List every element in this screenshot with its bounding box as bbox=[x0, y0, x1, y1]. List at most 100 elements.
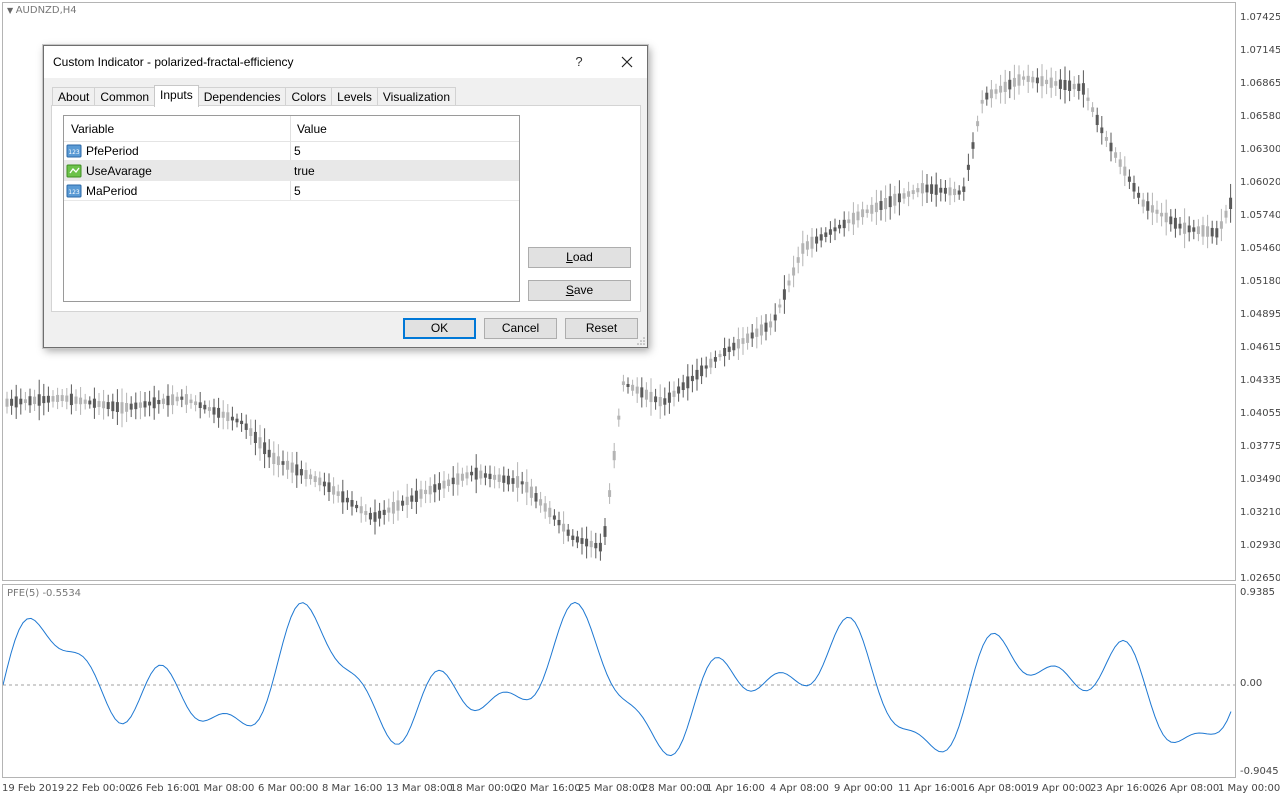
candle-body bbox=[1169, 216, 1173, 225]
candle-body bbox=[732, 342, 736, 351]
tab-common[interactable]: Common bbox=[94, 87, 156, 107]
candle-body bbox=[552, 515, 556, 520]
cancel-button[interactable]: Cancel bbox=[484, 318, 557, 339]
candle-body bbox=[318, 477, 322, 486]
indicator-label: PFE(5) -0.5534 bbox=[7, 588, 82, 599]
candle-body bbox=[1081, 83, 1085, 95]
candle-body bbox=[746, 333, 750, 343]
candle-body bbox=[700, 365, 704, 377]
dropdown-arrow-icon[interactable]: ▼ bbox=[7, 6, 16, 15]
candle-body bbox=[451, 477, 455, 485]
candle-body bbox=[1229, 197, 1233, 209]
tab-about[interactable]: About bbox=[52, 87, 96, 107]
candle-body bbox=[805, 241, 809, 250]
candle-body bbox=[759, 324, 763, 336]
candle-body bbox=[336, 491, 340, 496]
candle-body bbox=[750, 332, 754, 339]
candle-body bbox=[309, 474, 313, 480]
time-tick-label: 1 Mar 08:00 bbox=[194, 783, 255, 794]
candle-body bbox=[1201, 225, 1205, 237]
time-tick-label: 20 Mar 16:00 bbox=[514, 783, 581, 794]
tab-visualization[interactable]: Visualization bbox=[376, 87, 457, 107]
resize-grip-icon[interactable] bbox=[637, 337, 645, 345]
help-button[interactable]: ? bbox=[564, 50, 594, 74]
save-button[interactable]: Save bbox=[528, 280, 631, 301]
candle-body bbox=[626, 383, 630, 388]
input-row-maperiod[interactable]: 123 MaPeriod 5 bbox=[64, 181, 519, 201]
input-row-pfeperiod[interactable]: 123 PfePeriod 5 bbox=[64, 141, 519, 161]
candle-body bbox=[456, 473, 460, 485]
input-value[interactable]: true bbox=[294, 164, 315, 178]
candle-body bbox=[957, 190, 961, 195]
candle-body bbox=[1118, 159, 1122, 167]
candle-body bbox=[667, 392, 671, 403]
candle-body bbox=[953, 188, 957, 196]
candle-body bbox=[856, 211, 860, 221]
tab-colors[interactable]: Colors bbox=[285, 87, 333, 107]
candle-body bbox=[920, 183, 924, 194]
tab-dependencies[interactable]: Dependencies bbox=[197, 87, 287, 107]
candle-body bbox=[534, 493, 538, 502]
candle-body bbox=[861, 209, 865, 218]
candle-body bbox=[934, 184, 938, 195]
ok-button[interactable]: OK bbox=[403, 318, 476, 339]
candle-body bbox=[635, 386, 639, 394]
column-variable[interactable]: Variable bbox=[71, 122, 114, 136]
price-tick-label: 1.07145 bbox=[1240, 45, 1280, 56]
indicator-window[interactable]: PFE(5) -0.5534 bbox=[2, 584, 1236, 778]
input-value[interactable]: 5 bbox=[294, 144, 301, 158]
indicator-axis: 0.9385 0.00 -0.9045 bbox=[1237, 584, 1280, 780]
tab-levels[interactable]: Levels bbox=[331, 87, 378, 107]
time-tick-label: 8 Mar 16:00 bbox=[322, 783, 383, 794]
candle-body bbox=[1183, 222, 1187, 234]
indicator-tick-label: -0.9045 bbox=[1240, 766, 1279, 777]
candle-body bbox=[847, 219, 851, 224]
close-button[interactable] bbox=[609, 50, 645, 74]
candle-body bbox=[382, 509, 386, 515]
candle-body bbox=[184, 394, 188, 405]
candle-body bbox=[359, 506, 363, 514]
candle-body bbox=[442, 480, 446, 489]
candle-body bbox=[520, 481, 524, 485]
candle-body bbox=[125, 403, 129, 412]
candle-body bbox=[161, 398, 165, 404]
tab-inputs[interactable]: Inputs bbox=[154, 85, 199, 107]
candle-body bbox=[19, 398, 23, 405]
time-tick-label: 25 Mar 08:00 bbox=[578, 783, 645, 794]
candle-body bbox=[258, 437, 262, 449]
reset-button[interactable]: Reset bbox=[565, 318, 638, 339]
candle-body bbox=[925, 184, 929, 193]
input-row-useavarage[interactable]: UseAvarage true bbox=[64, 161, 519, 181]
candle-body bbox=[539, 499, 543, 506]
candle-body bbox=[33, 396, 37, 405]
candle-body bbox=[681, 382, 685, 391]
candle-body bbox=[1012, 77, 1016, 87]
symbol-label: ▼ AUDNZD,H4 bbox=[7, 5, 77, 16]
candle-body bbox=[736, 339, 740, 349]
load-button[interactable]: Load bbox=[528, 247, 631, 268]
candle-body bbox=[649, 391, 653, 403]
load-label: oad bbox=[572, 250, 593, 264]
price-tick-label: 1.03775 bbox=[1240, 441, 1280, 452]
candle-body bbox=[999, 85, 1003, 93]
candle-body bbox=[1054, 81, 1058, 86]
candle-body bbox=[419, 489, 423, 499]
time-tick-label: 6 Mar 00:00 bbox=[258, 783, 319, 794]
candle-body bbox=[276, 456, 280, 466]
input-value[interactable]: 5 bbox=[294, 184, 301, 198]
candle-body bbox=[1003, 81, 1007, 92]
candle-body bbox=[1040, 76, 1044, 87]
dialog-titlebar[interactable]: Custom Indicator - polarized-fractal-eff… bbox=[44, 46, 647, 78]
candle-body bbox=[690, 375, 694, 382]
save-label-accel: S bbox=[565, 283, 574, 297]
candle-body bbox=[134, 402, 138, 410]
candle-body bbox=[203, 404, 207, 410]
pfe-series-line bbox=[3, 601, 1232, 757]
candle-body bbox=[56, 394, 60, 402]
candle-body bbox=[677, 386, 681, 394]
column-value[interactable]: Value bbox=[297, 122, 327, 136]
candle-body bbox=[695, 369, 699, 380]
candle-body bbox=[230, 416, 234, 421]
time-tick-label: 26 Feb 16:00 bbox=[130, 783, 196, 794]
candle-body bbox=[1137, 192, 1141, 198]
